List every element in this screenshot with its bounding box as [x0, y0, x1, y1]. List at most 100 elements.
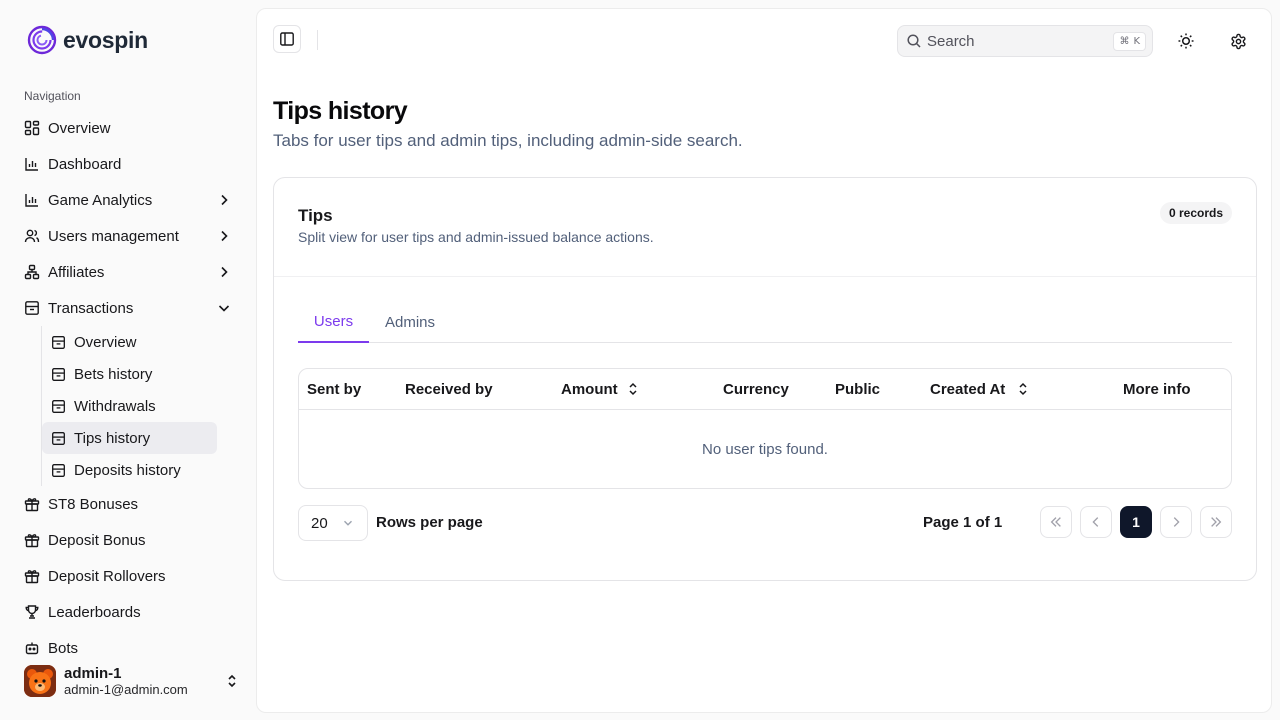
sidebar-item-transactions[interactable]: Transactions — [16, 290, 248, 326]
logo-icon — [27, 25, 57, 55]
header-divider — [317, 30, 318, 50]
settings-button[interactable] — [1226, 29, 1250, 53]
sidebar-item-users-management[interactable]: Users management — [16, 218, 248, 254]
chevron-down-icon — [344, 520, 352, 526]
sort-icon — [629, 382, 637, 396]
sidebar-item-overview[interactable]: Overview — [16, 110, 248, 146]
tabs: Users Admins — [298, 302, 1232, 343]
sidebar-item-label: ST8 Bonuses — [48, 495, 139, 513]
gift-icon — [24, 532, 40, 548]
sidebar-subitem-bets-history[interactable]: Bets history — [42, 358, 217, 390]
archive-icon — [50, 334, 66, 350]
archive-icon — [50, 462, 66, 478]
search-icon — [907, 34, 921, 48]
sidebar-subitem-deposits-history[interactable]: Deposits history — [42, 454, 217, 486]
chevron-right-icon — [221, 194, 228, 206]
page-subtitle: Tabs for user tips and admin tips, inclu… — [273, 131, 743, 150]
column-header-public: Public — [835, 380, 881, 398]
layout-grid-icon — [24, 120, 40, 136]
next-page-button[interactable] — [1160, 506, 1192, 538]
bar-chart-icon — [24, 156, 40, 172]
column-header-amount[interactable]: Amount — [561, 369, 637, 409]
sidebar-toggle-button[interactable] — [273, 25, 301, 53]
sidebar-item-st8-bonuses[interactable]: ST8 Bonuses — [16, 486, 248, 522]
page-title: Tips history — [273, 97, 408, 125]
transactions-submenu: Overview Bets history Withdrawals Tips h… — [41, 326, 248, 486]
sidebar-item-label: Dashboard — [48, 155, 122, 173]
column-header-created-at[interactable]: Created At — [930, 369, 1027, 409]
sidebar-subitem-tips-history[interactable]: Tips history — [42, 422, 217, 454]
sun-icon — [1178, 33, 1194, 49]
nav-heading: Navigation — [24, 89, 81, 103]
chevron-right-icon — [1173, 517, 1180, 527]
sidebar-subitem-label: Overview — [74, 333, 137, 351]
sidebar-item-deposit-bonus[interactable]: Deposit Bonus — [16, 522, 248, 558]
chevron-down-icon — [218, 305, 230, 312]
search-shortcut: ⌘ K — [1113, 32, 1146, 51]
panel-left-icon — [280, 32, 294, 46]
rows-per-page-select[interactable]: 20 — [298, 505, 368, 541]
app-logo[interactable]: evospin — [27, 25, 148, 55]
sidebar-subitem-label: Withdrawals — [74, 397, 156, 415]
column-header-currency: Currency — [723, 380, 789, 398]
sidebar-item-leaderboards[interactable]: Leaderboards — [16, 594, 248, 630]
archive-icon — [50, 430, 66, 446]
user-email: admin-1@admin.com — [64, 682, 188, 697]
sidebar-item-label: Game Analytics — [48, 191, 153, 209]
search-placeholder: Search — [927, 32, 975, 50]
search-input[interactable]: Search ⌘ K — [897, 25, 1153, 57]
shortcut-modifier: ⌘ — [1119, 36, 1130, 47]
users-icon — [24, 228, 40, 244]
chevron-right-icon — [221, 230, 228, 242]
sidebar-subitem-label: Deposits history — [74, 461, 181, 479]
tab-admins[interactable]: Admins — [376, 302, 444, 343]
sidebar-item-affiliates[interactable]: Affiliates — [16, 254, 248, 290]
column-header-received-by: Received by — [405, 380, 493, 398]
rows-per-page-label: Rows per page — [376, 514, 483, 531]
tab-users[interactable]: Users — [298, 302, 369, 343]
records-badge: 0 records — [1159, 202, 1232, 224]
card-title: Tips — [298, 206, 333, 225]
sidebar-item-label: Deposit Bonus — [48, 531, 146, 549]
sidebar-item-label: Deposit Rollovers — [48, 567, 166, 585]
first-page-button[interactable] — [1040, 506, 1072, 538]
chevron-left-icon — [1092, 517, 1099, 527]
trophy-icon — [24, 604, 40, 620]
column-header-label: Amount — [561, 380, 618, 398]
card-subtitle: Split view for user tips and admin-issue… — [298, 229, 654, 245]
chevrons-left-icon — [1050, 517, 1061, 527]
sidebar-item-game-analytics[interactable]: Game Analytics — [16, 182, 248, 218]
sidebar-item-label: Affiliates — [48, 263, 105, 281]
empty-state-message: No user tips found. — [702, 440, 828, 458]
sidebar-nav: Overview Dashboard Game Analytics Users … — [16, 110, 248, 655]
sidebar-item-label: Overview — [48, 119, 111, 137]
chevron-right-icon — [221, 266, 228, 278]
previous-page-button[interactable] — [1080, 506, 1112, 538]
user-name: admin-1 — [64, 665, 122, 682]
chevrons-up-down-icon — [228, 674, 236, 688]
sidebar-item-deposit-rollovers[interactable]: Deposit Rollovers — [16, 558, 248, 594]
tips-table: Sent by Received by Amount Currency Publ… — [298, 368, 1232, 489]
sidebar-item-label: Transactions — [48, 299, 134, 317]
network-icon — [24, 264, 40, 280]
sidebar-item-dashboard[interactable]: Dashboard — [16, 146, 248, 182]
theme-toggle-button[interactable] — [1174, 29, 1198, 53]
user-menu[interactable]: admin-1 admin-1@admin.com — [24, 664, 240, 698]
sidebar-item-label: Users management — [48, 227, 179, 245]
chevrons-right-icon — [1211, 517, 1222, 527]
avatar — [24, 665, 56, 697]
page-button-current[interactable]: 1 — [1120, 506, 1152, 538]
archive-icon — [24, 300, 40, 316]
sidebar-item-bots[interactable]: Bots — [16, 630, 248, 655]
app-name: evospin — [63, 26, 148, 53]
main-panel: Search ⌘ K Tips history Tabs for user ti… — [256, 8, 1272, 713]
rows-per-page-value: 20 — [311, 514, 328, 532]
last-page-button[interactable] — [1200, 506, 1232, 538]
sidebar-item-label: Bots — [48, 639, 79, 656]
sidebar: evospin Navigation Overview Dashboard Ga… — [0, 0, 256, 720]
archive-icon — [50, 366, 66, 382]
sidebar-subitem-withdrawals[interactable]: Withdrawals — [42, 390, 217, 422]
gift-icon — [24, 496, 40, 512]
sidebar-subitem-overview[interactable]: Overview — [42, 326, 217, 358]
tips-card: Tips Split view for user tips and admin-… — [273, 177, 1257, 581]
